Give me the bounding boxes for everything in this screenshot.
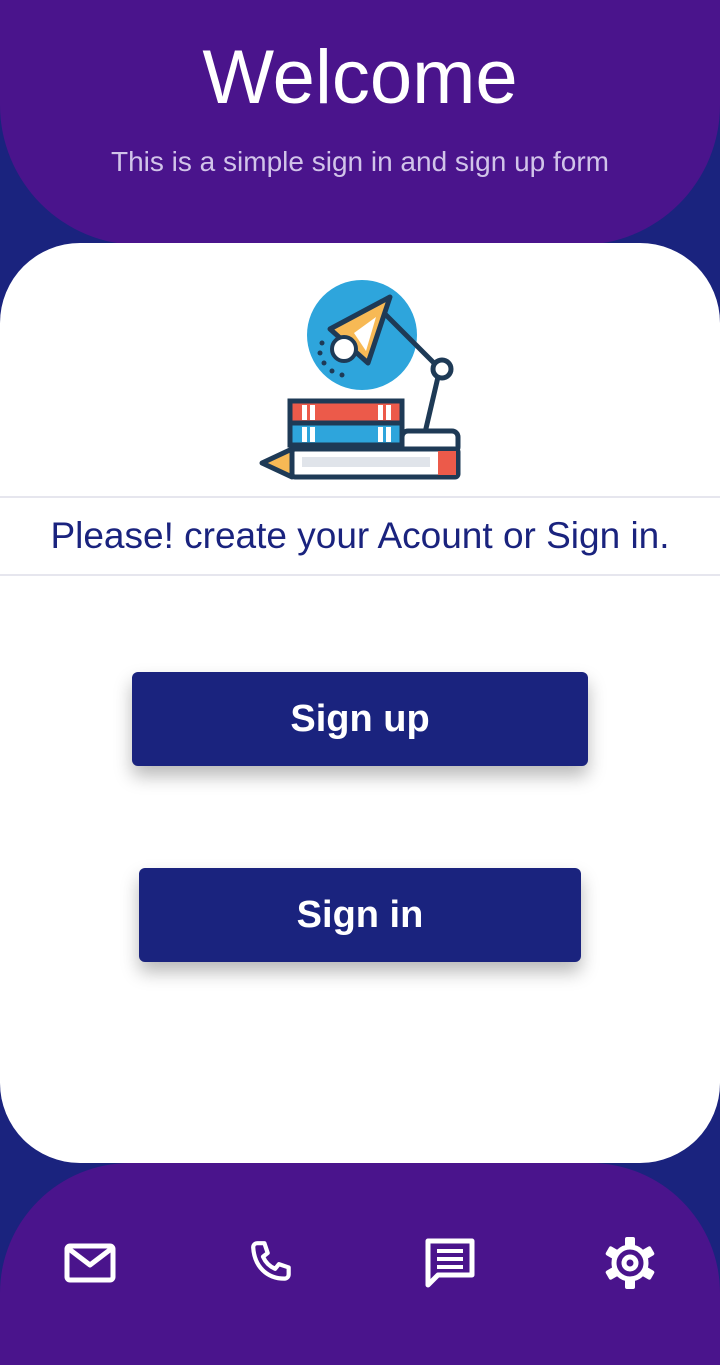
desk-lamp-books-illustration — [259, 280, 461, 480]
instruction-text: Please! create your Acount or Sign in. — [0, 496, 720, 576]
phone-icon[interactable] — [242, 1235, 298, 1291]
page-subtitle: This is a simple sign in and sign up for… — [111, 146, 609, 177]
footer-nav — [0, 1163, 720, 1365]
mail-icon[interactable] — [62, 1235, 118, 1291]
settings-icon[interactable] — [602, 1235, 658, 1291]
page-title: Welcome — [202, 35, 518, 120]
chat-icon[interactable] — [422, 1235, 478, 1291]
sign-in-button[interactable]: Sign in — [139, 868, 581, 962]
header: Welcome This is a simple sign in and sig… — [0, 0, 720, 245]
sign-up-button[interactable]: Sign up — [132, 672, 588, 766]
auth-card: Please! create your Acount or Sign in. S… — [0, 243, 720, 1163]
